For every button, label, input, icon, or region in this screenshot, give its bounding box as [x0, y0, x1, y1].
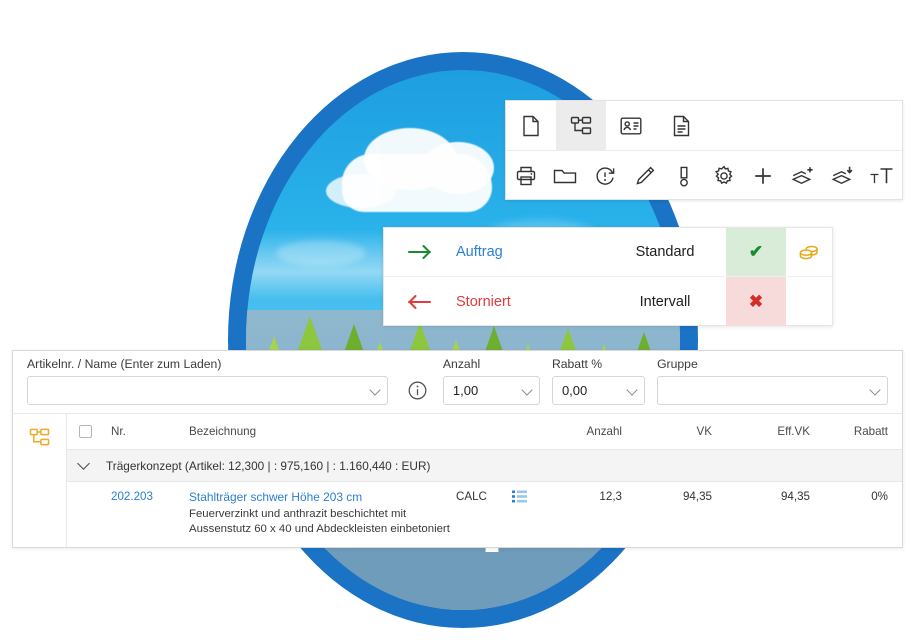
table-row[interactable]: 202.203 Stahlträger schwer Höhe 203 cm F… [67, 482, 902, 537]
checkbox-icon [79, 425, 92, 438]
row-bezeichnung: Stahlträger schwer Höhe 203 cm Feuerverz… [189, 490, 456, 537]
print-icon[interactable] [506, 151, 546, 200]
row-checkbox-cell[interactable] [67, 490, 111, 537]
rabatt-field: Rabatt % 0,00 [551, 357, 646, 405]
header-anzahl[interactable]: Anzahl [554, 425, 640, 438]
chevron-down-icon[interactable] [77, 457, 90, 470]
status-badge-ok[interactable]: ✔ [726, 228, 786, 276]
header-bezeichnung[interactable]: Bezeichnung [189, 425, 456, 438]
status-row-storniert[interactable]: Storniert Intervall ✖ [384, 277, 832, 326]
header-nr[interactable]: Nr. [111, 425, 189, 438]
chevron-down-icon [369, 383, 381, 396]
row-desc-line-2: Aussenstutz 60 x 40 und Abdeckleisten ei… [189, 523, 450, 535]
chevron-down-icon [626, 383, 638, 396]
structure-tree-icon[interactable] [29, 428, 50, 547]
thermometer-icon[interactable] [664, 151, 704, 200]
filter-bar: Artikelnr. / Name (Enter zum Laden) Anza… [13, 351, 902, 413]
plus-icon[interactable] [744, 151, 784, 200]
info-icon[interactable] [400, 376, 431, 405]
screenshot-root: Auftrag Standard ✔ Storniert Intervall ✖ [0, 0, 923, 640]
rabatt-label: Rabatt % [551, 357, 603, 371]
cloud-icon [276, 240, 366, 266]
row-nr[interactable]: 202.203 [111, 490, 189, 537]
toolbar-primary-row [506, 101, 902, 151]
new-document-icon[interactable] [506, 101, 556, 150]
article-field: Artikelnr. / Name (Enter zum Laden) [27, 357, 388, 405]
arrow-right-icon [384, 228, 456, 276]
table-left-rail [13, 414, 67, 547]
pencil-icon[interactable] [625, 151, 665, 200]
status-name: Storniert [456, 293, 511, 310]
anzahl-select[interactable]: 1,00 [442, 376, 540, 405]
group-label: Trägerkonzept (Artikel: 12,300 | : 975,1… [106, 458, 431, 473]
gruppe-field: Gruppe [657, 357, 888, 405]
table-body-area: Nr. Bezeichnung Anzahl VK Eff.VK Rabatt … [67, 414, 902, 547]
chevron-down-icon [521, 383, 533, 396]
layers-add-icon[interactable] [783, 151, 823, 200]
select-all-checkbox[interactable] [67, 425, 111, 438]
row-desc-line-1: Feuerverzinkt und anthrazit beschichtet … [189, 508, 407, 520]
status-type: Standard [635, 244, 695, 260]
table-header-row: Nr. Bezeichnung Anzahl VK Eff.VK Rabatt [67, 414, 902, 450]
row-anzahl: 12,3 [599, 490, 622, 503]
status-row-auftrag[interactable]: Auftrag Standard ✔ [384, 228, 832, 277]
status-badge-error[interactable]: ✖ [726, 277, 786, 326]
status-rows-panel: Auftrag Standard ✔ Storniert Intervall ✖ [383, 227, 833, 326]
gruppe-label: Gruppe [657, 357, 698, 371]
status-name: Auftrag [456, 244, 503, 260]
cloud-icon [326, 174, 396, 208]
folder-icon[interactable] [546, 151, 586, 200]
arrow-left-icon [384, 277, 456, 326]
row-calc: CALC [456, 490, 487, 503]
anzahl-value: 1,00 [452, 383, 479, 398]
contact-card-icon[interactable] [606, 101, 656, 150]
gear-icon[interactable] [704, 151, 744, 200]
chevron-down-icon [869, 383, 881, 396]
anzahl-field: Anzahl 1,00 [442, 357, 540, 405]
text-size-icon[interactable] [862, 151, 902, 200]
article-label: Artikelnr. / Name (Enter zum Laden) [27, 357, 222, 371]
layers-remove-icon[interactable] [823, 151, 863, 200]
gruppe-select[interactable] [657, 376, 888, 405]
status-type: Intervall [639, 293, 691, 310]
structure-tree-icon[interactable] [556, 101, 606, 150]
header-rabatt[interactable]: Rabatt [832, 425, 902, 438]
rabatt-select[interactable]: 0,00 [551, 376, 646, 405]
article-grid-panel: Artikelnr. / Name (Enter zum Laden) Anza… [12, 350, 903, 548]
list-icon[interactable] [512, 490, 554, 537]
row-rabatt: 0% [871, 490, 888, 503]
rabatt-value: 0,00 [561, 383, 588, 398]
row-eff-vk: 94,35 [780, 490, 810, 503]
refresh-alert-icon[interactable] [585, 151, 625, 200]
row-vk: 94,35 [682, 490, 712, 503]
toolbar-secondary-row [506, 151, 902, 200]
row-title[interactable]: Stahlträger schwer Höhe 203 cm [189, 490, 456, 504]
coins-icon[interactable] [786, 228, 832, 276]
toolbar-panel [505, 100, 903, 200]
article-table: Nr. Bezeichnung Anzahl VK Eff.VK Rabatt … [13, 413, 902, 547]
header-eff-vk[interactable]: Eff.VK [736, 425, 832, 438]
anzahl-label: Anzahl [442, 357, 481, 371]
document-text-icon[interactable] [656, 101, 706, 150]
cloud-icon [422, 142, 494, 194]
article-select[interactable] [27, 376, 388, 405]
header-vk[interactable]: VK [640, 425, 736, 438]
table-group-row[interactable]: Trägerkonzept (Artikel: 12,300 | : 975,1… [67, 450, 902, 482]
status-extra-empty [786, 277, 832, 326]
